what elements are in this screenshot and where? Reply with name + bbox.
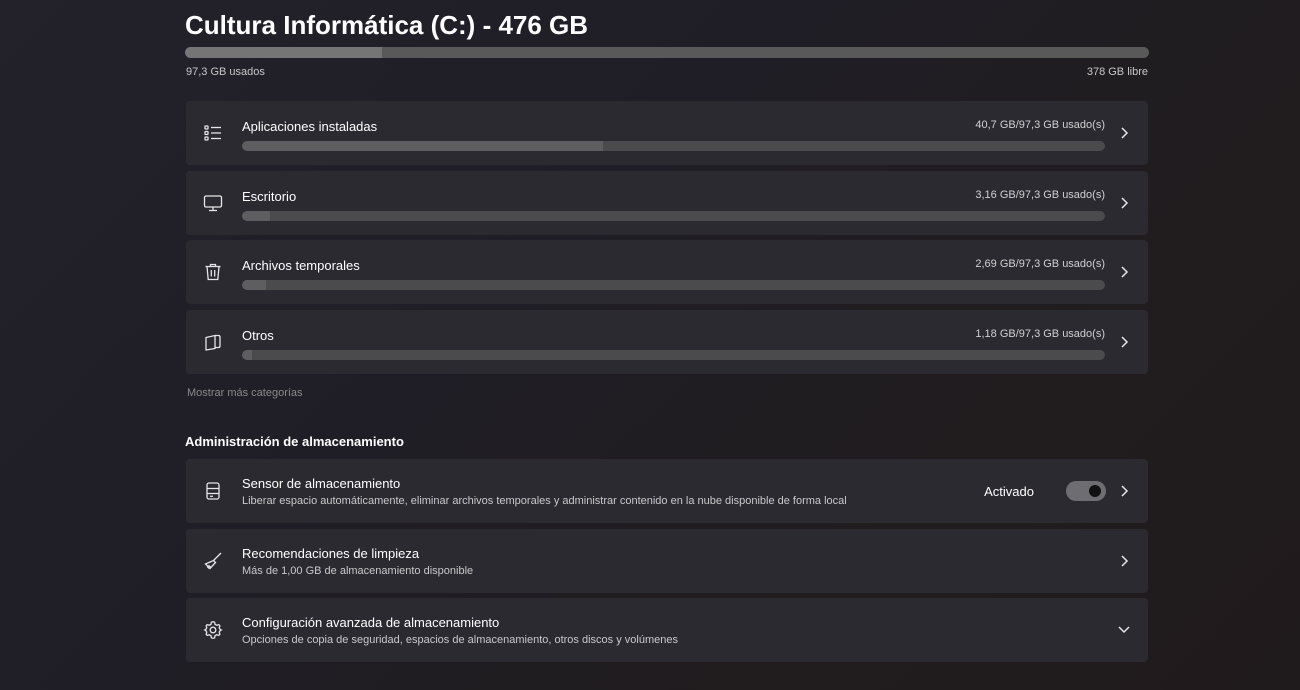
category-usage-fill: [242, 211, 270, 221]
category-amount: 3,16 GB/97,3 GB usado(s): [975, 189, 1105, 201]
category-usage-fill: [242, 141, 603, 151]
gear-icon: [203, 620, 223, 640]
storage-management-heading: Administración de almacenamiento: [185, 434, 404, 449]
category-label: Escritorio: [242, 189, 297, 204]
storage-sense-row[interactable]: Sensor de almacenamiento Liberar espacio…: [186, 459, 1148, 523]
toggle-knob: [1089, 485, 1101, 497]
advanced-storage-description: Opciones de copia de seguridad, espacios…: [242, 634, 678, 646]
category-label: Aplicaciones instaladas: [242, 119, 378, 134]
category-temporary-files[interactable]: Archivos temporales 2,69 GB/97,3 GB usad…: [186, 240, 1148, 304]
trash-icon: [203, 262, 223, 282]
storage-sense-description: Liberar espacio automáticamente, elimina…: [242, 495, 847, 507]
advanced-storage-settings-row[interactable]: Configuración avanzada de almacenamiento…: [186, 598, 1148, 662]
chevron-right-icon: [1118, 125, 1130, 141]
category-others[interactable]: Otros 1,18 GB/97,3 GB usado(s): [186, 310, 1148, 374]
chevron-right-icon: [1118, 264, 1130, 280]
document-icon: [203, 332, 223, 352]
category-usage-bar: [242, 141, 1105, 151]
advanced-storage-title: Configuración avanzada de almacenamiento: [242, 615, 500, 630]
free-space-label: 378 GB libre: [1086, 66, 1148, 78]
storage-sense-title: Sensor de almacenamiento: [242, 476, 401, 491]
chevron-right-icon: [1118, 195, 1130, 211]
disk-usage-fill: [185, 47, 382, 58]
category-usage-fill: [242, 350, 253, 360]
storage-sense-toggle[interactable]: [1066, 481, 1106, 501]
toggle-status-label: Activado: [984, 484, 1034, 499]
cleanup-recommendations-row[interactable]: Recomendaciones de limpieza Más de 1,00 …: [186, 529, 1148, 593]
category-amount: 1,18 GB/97,3 GB usado(s): [975, 328, 1105, 340]
storage-drive-icon: [203, 481, 223, 501]
chevron-down-icon: [1118, 622, 1130, 638]
category-usage-bar: [242, 350, 1105, 360]
category-usage-bar: [242, 211, 1105, 221]
category-amount: 40,7 GB/97,3 GB usado(s): [975, 119, 1105, 131]
disk-usage-bar: [185, 47, 1149, 58]
cleanup-recommendations-description: Más de 1,00 GB de almacenamiento disponi…: [242, 565, 474, 577]
category-installed-apps[interactable]: Aplicaciones instaladas 40,7 GB/97,3 GB …: [186, 101, 1148, 165]
category-usage-fill: [242, 280, 267, 290]
cleanup-recommendations-title: Recomendaciones de limpieza: [242, 546, 420, 561]
chevron-right-icon: [1118, 334, 1130, 350]
list-icon: [203, 123, 223, 143]
category-amount: 2,69 GB/97,3 GB usado(s): [975, 258, 1105, 270]
category-desktop[interactable]: Escritorio 3,16 GB/97,3 GB usado(s): [186, 171, 1148, 235]
page-title: Cultura Informática (C:) - 476 GB: [185, 10, 589, 40]
show-more-categories-link[interactable]: Mostrar más categorías: [187, 387, 303, 399]
broom-icon: [203, 551, 223, 571]
category-usage-bar: [242, 280, 1105, 290]
chevron-right-icon: [1118, 553, 1130, 569]
category-label: Otros: [242, 328, 274, 343]
chevron-right-icon: [1118, 483, 1130, 499]
category-label: Archivos temporales: [242, 258, 360, 273]
used-space-label: 97,3 GB usados: [186, 66, 265, 78]
monitor-icon: [203, 193, 223, 213]
